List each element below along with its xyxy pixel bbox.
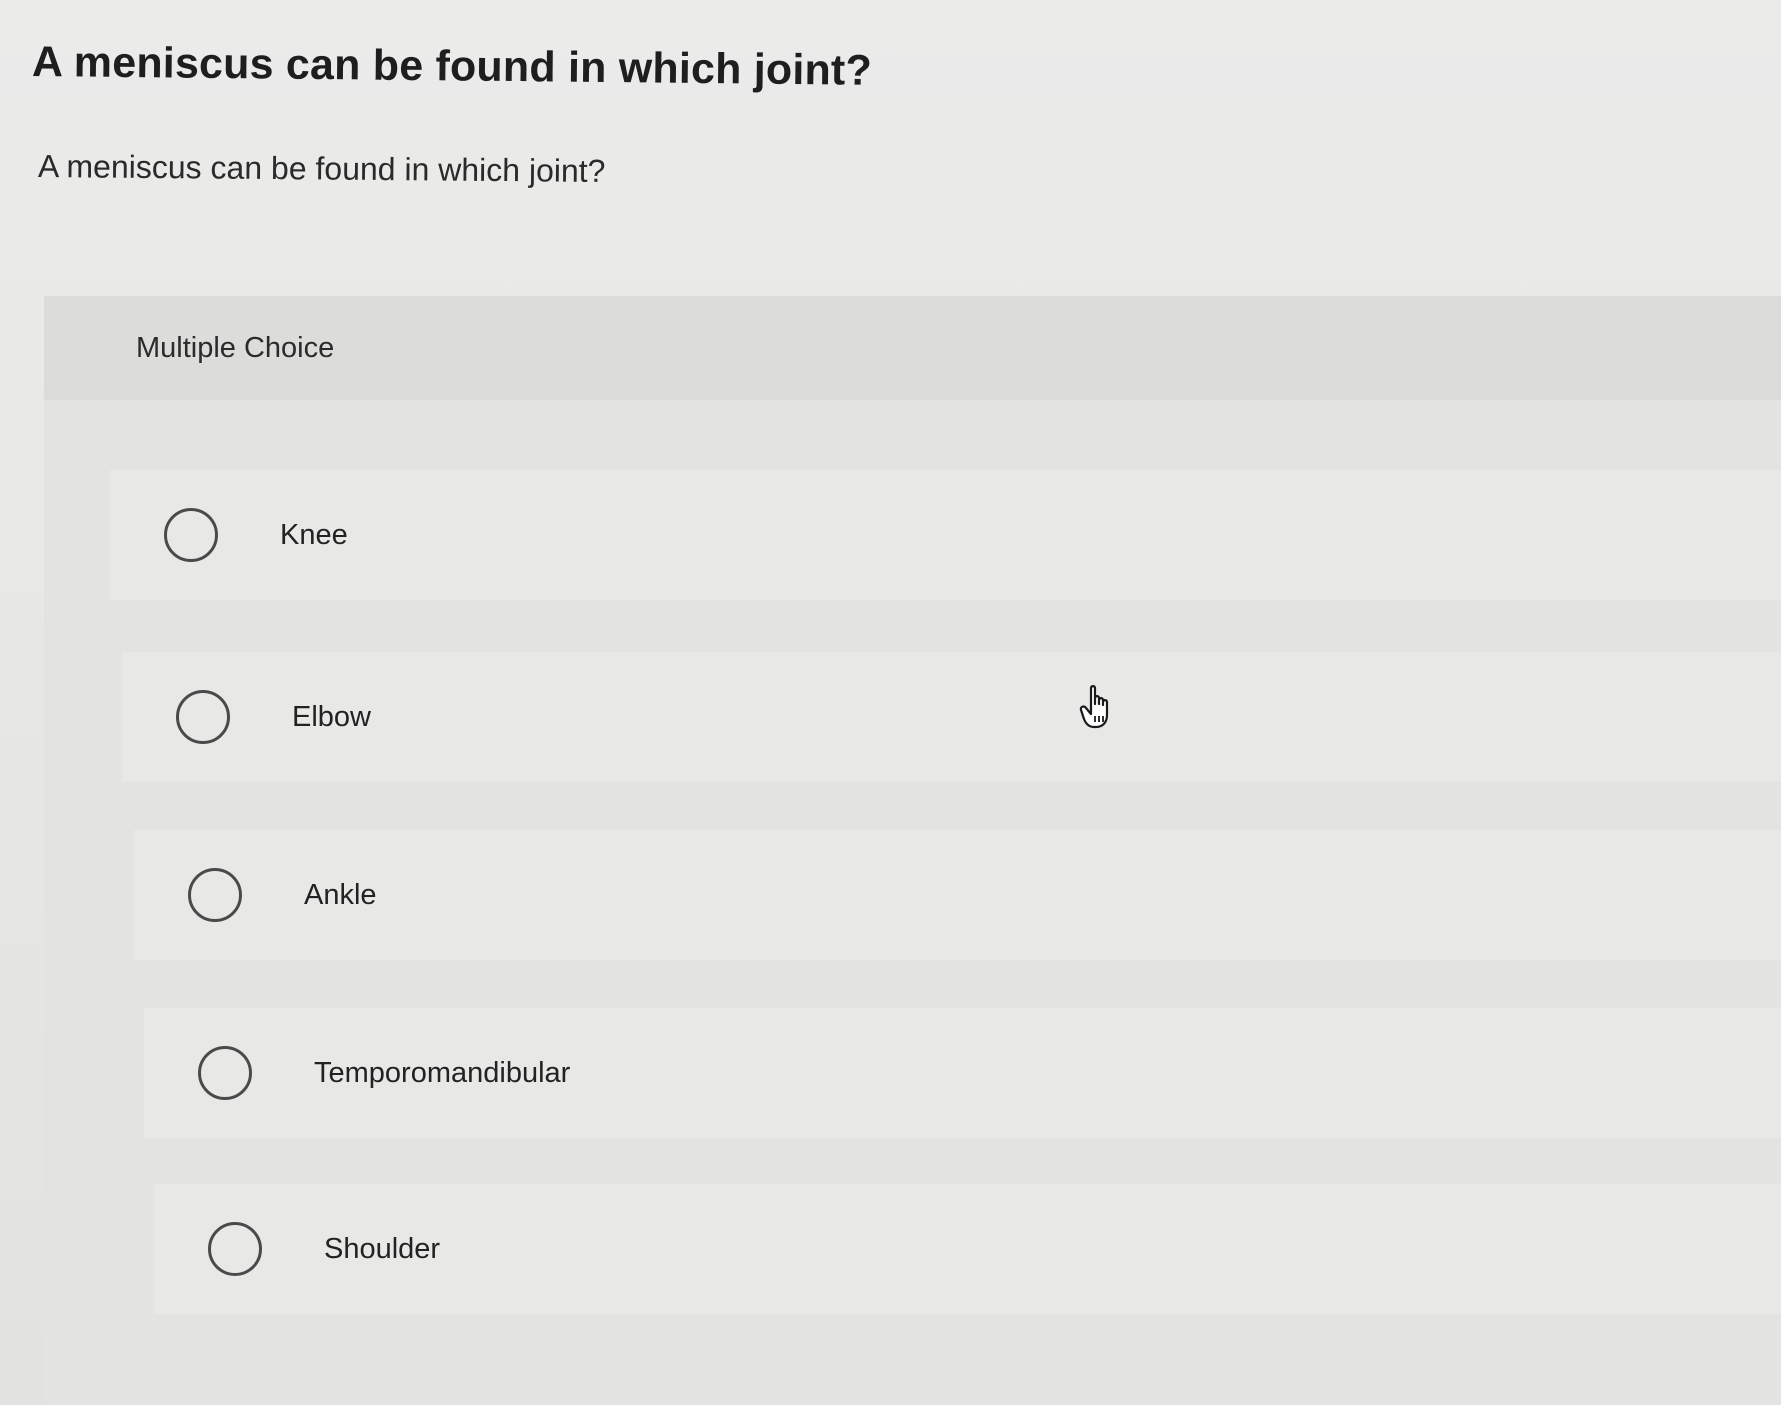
question-type-label: Multiple Choice: [136, 332, 335, 364]
choice-shoulder[interactable]: Shoulder: [154, 1184, 1781, 1314]
choice-elbow[interactable]: Elbow: [122, 652, 1781, 782]
choice-temporomandibular[interactable]: Temporomandibular: [144, 1008, 1781, 1138]
question-type-header: Multiple Choice: [44, 296, 1781, 400]
radio-button[interactable]: [188, 868, 242, 922]
hand-pointer-icon: [1079, 685, 1109, 729]
choice-label: Knee: [280, 518, 348, 551]
choice-label: Ankle: [304, 878, 377, 911]
question-title: A meniscus can be found in which joint?: [31, 38, 873, 95]
question-prompt: A meniscus can be found in which joint?: [37, 148, 606, 189]
choice-label: Temporomandibular: [314, 1056, 571, 1089]
answer-choices: Knee Elbow Ankle Temporomandibular Shoul…: [44, 400, 1781, 1405]
choice-ankle[interactable]: Ankle: [134, 830, 1781, 960]
quiz-page: A meniscus can be found in which joint? …: [0, 0, 1781, 1405]
choice-label: Elbow: [292, 700, 371, 733]
multiple-choice-panel: Multiple Choice Knee Elbow Ankle Temporo…: [44, 296, 1781, 1405]
choice-knee[interactable]: Knee: [110, 470, 1781, 600]
radio-button[interactable]: [176, 690, 230, 744]
choice-label: Shoulder: [324, 1232, 441, 1265]
radio-button[interactable]: [198, 1046, 252, 1100]
radio-button[interactable]: [208, 1222, 262, 1276]
radio-button[interactable]: [164, 508, 218, 562]
